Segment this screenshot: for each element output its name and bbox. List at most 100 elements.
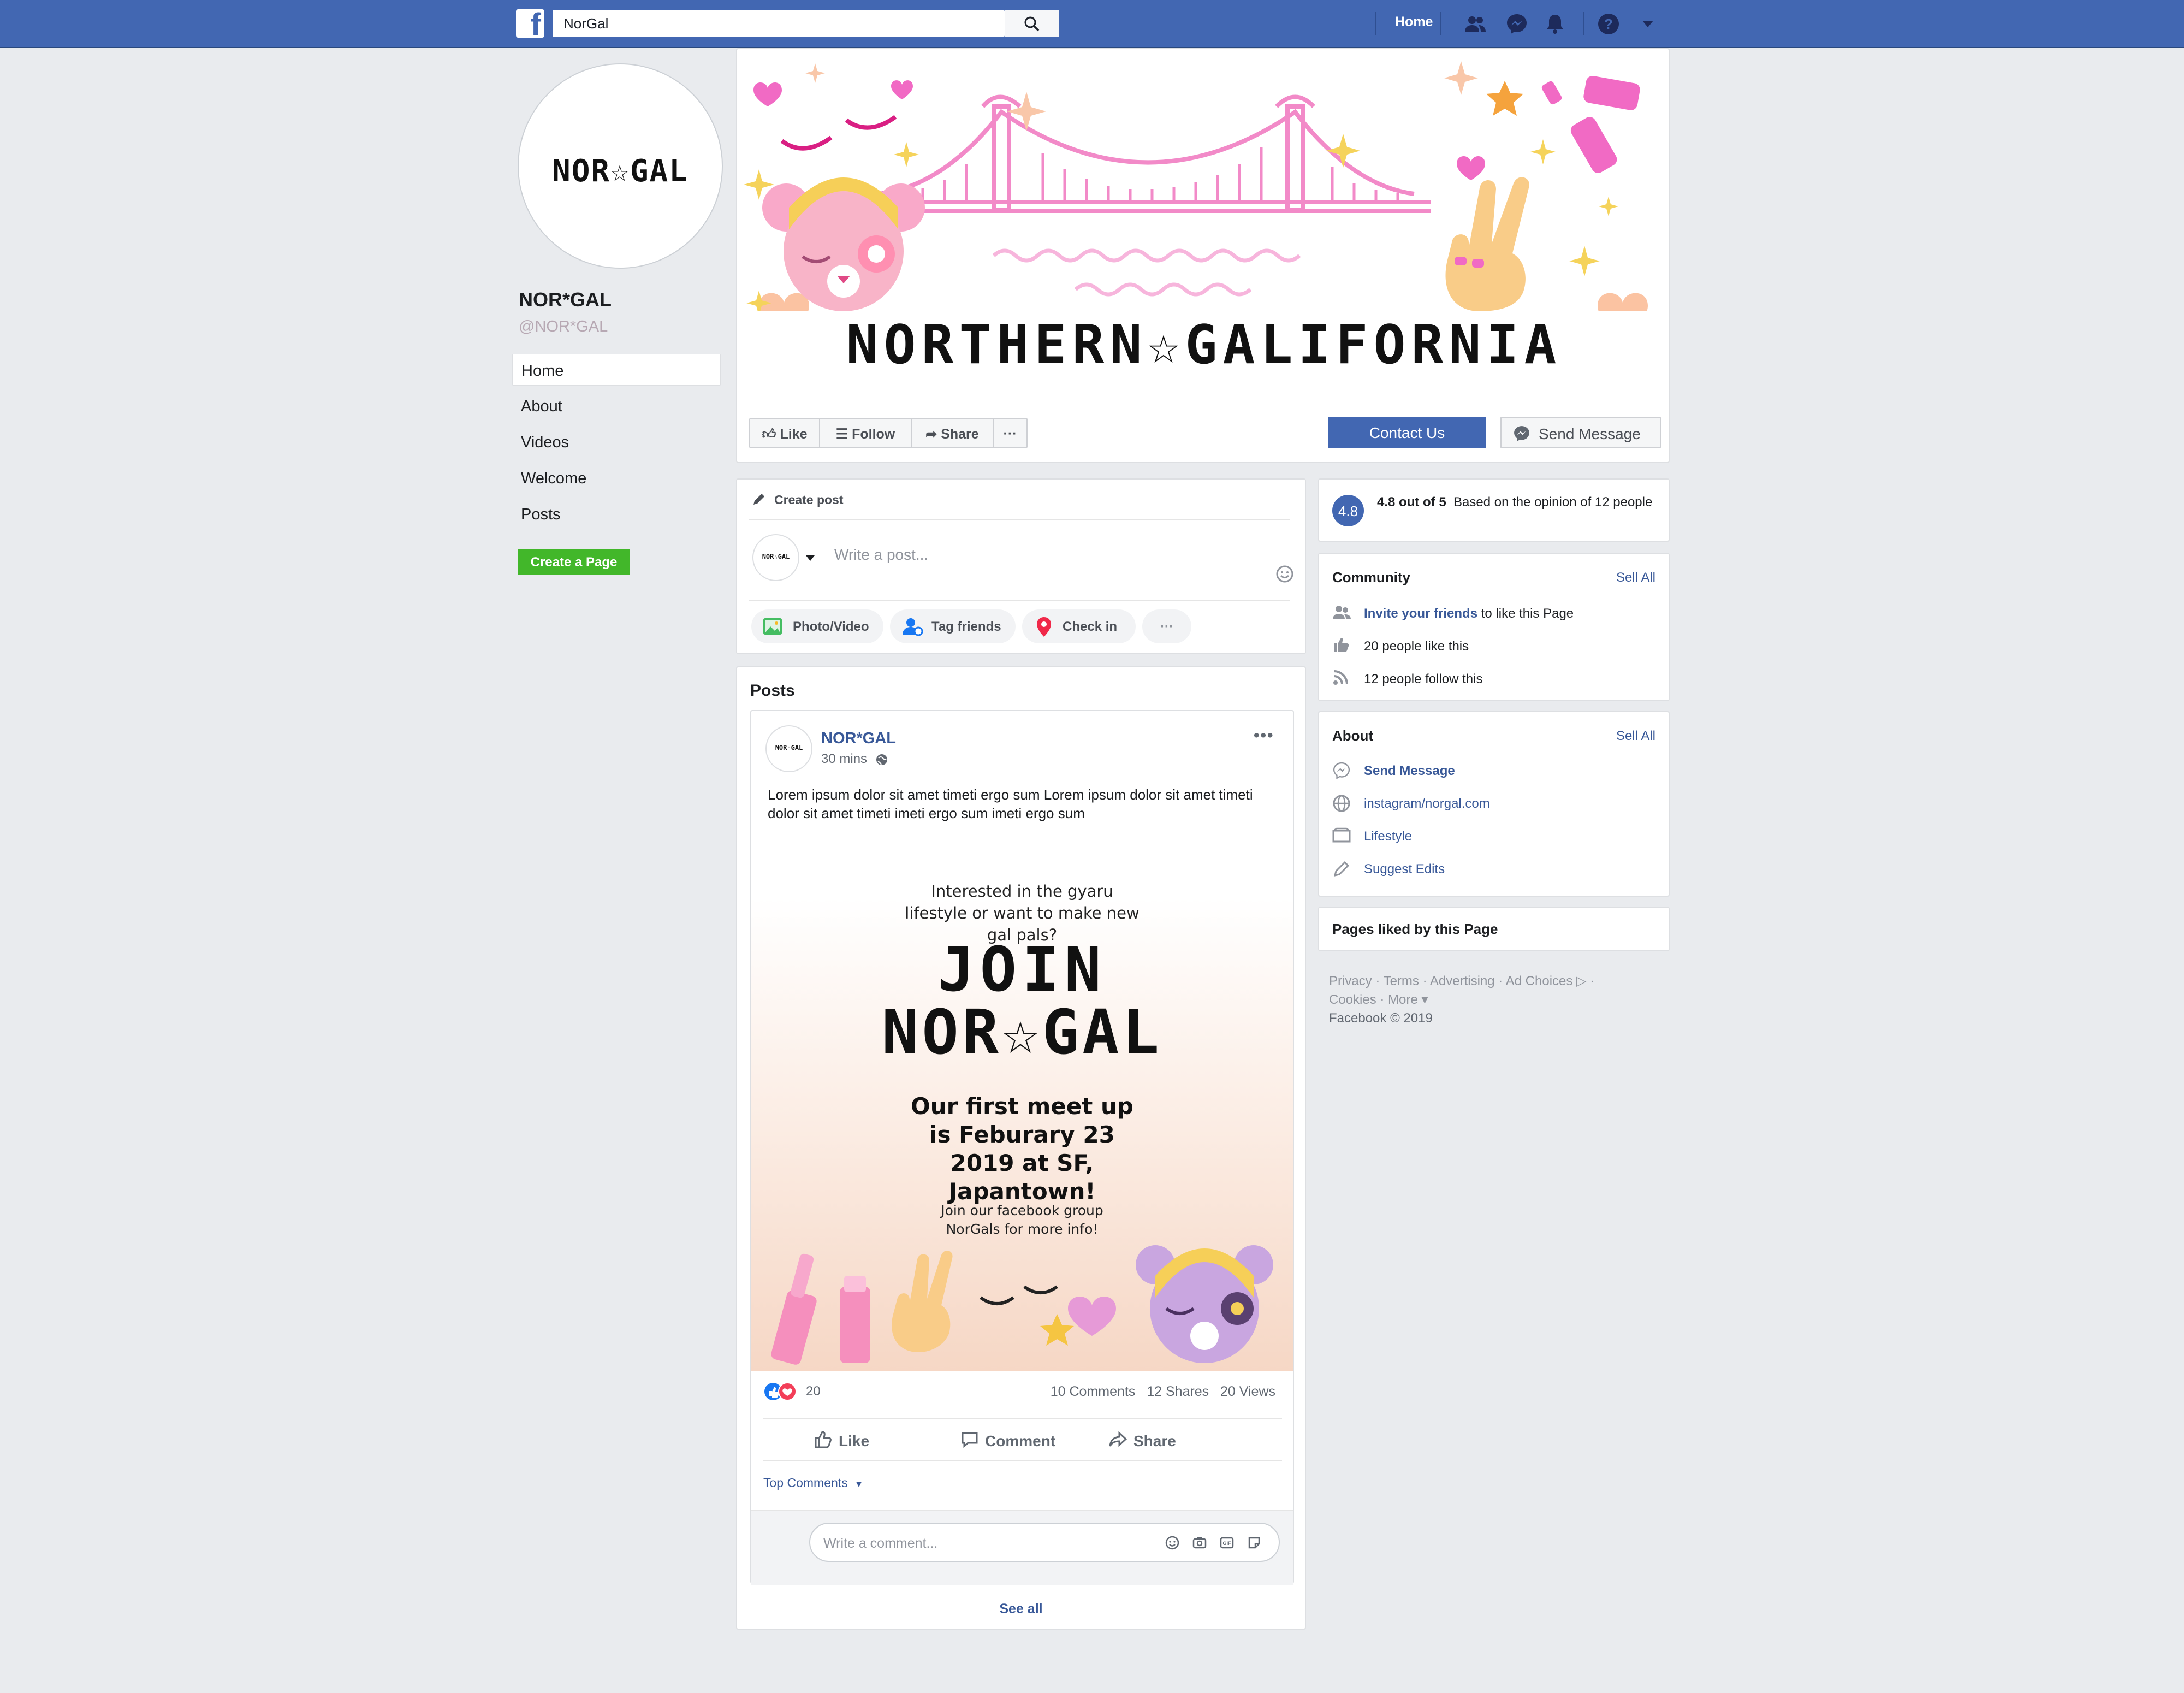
footer-links-secondary[interactable]: Cookies · More ▾ xyxy=(1329,991,1635,1009)
reaction-count[interactable]: 20 xyxy=(806,1384,821,1399)
community-card: Community Sell All Invite your friends t… xyxy=(1318,553,1670,701)
profile-picture[interactable]: NOR☆GAL xyxy=(519,64,722,268)
emoji-icon[interactable] xyxy=(1165,1536,1179,1550)
notifications-icon[interactable] xyxy=(1543,12,1567,36)
nav-item-welcome[interactable]: Welcome xyxy=(512,462,721,494)
emoji-icon[interactable] xyxy=(1275,565,1294,583)
follow-page-button[interactable]: ☰ Follow xyxy=(820,419,911,447)
post-timestamp[interactable]: 30 mins xyxy=(821,751,888,767)
contact-us-button[interactable]: Contact Us xyxy=(1328,417,1486,448)
location-pin-icon xyxy=(1037,617,1051,637)
avatar: NOR☆GAL xyxy=(752,534,799,581)
post-actions: Like Comment Share xyxy=(763,1418,1282,1461)
follows-count[interactable]: 12 people follow this xyxy=(1364,672,1482,687)
views-count: 20 Views xyxy=(1220,1384,1275,1399)
footer-links[interactable]: Privacy · Terms · Advertising · Ad Choic… xyxy=(1329,972,1635,991)
like-button[interactable]: Like xyxy=(814,1430,869,1450)
community-title: Community xyxy=(1332,569,1410,585)
likes-count[interactable]: 20 people like this xyxy=(1364,639,1469,654)
suggest-edits-link[interactable]: Suggest Edits xyxy=(1364,862,1445,877)
invite-friends-link[interactable]: Invite your friends xyxy=(1364,606,1477,621)
nav-item-about[interactable]: About xyxy=(512,390,721,422)
about-title: About xyxy=(1332,727,1374,744)
pages-liked-title[interactable]: Pages liked by this Page xyxy=(1332,921,1498,938)
community-see-all-link[interactable]: Sell All xyxy=(1616,570,1655,585)
photo-video-button[interactable]: Photo/Video xyxy=(751,609,883,643)
profile-logo-text: NOR☆GAL xyxy=(551,153,689,189)
chevron-down-icon[interactable] xyxy=(805,554,816,563)
post-image[interactable]: Interested in the gyaru lifestyle or wan… xyxy=(751,833,1293,1371)
search-box xyxy=(553,10,1006,37)
flyer-meetup: Our first meet up is Feburary 23 2019 at… xyxy=(911,1093,1133,1205)
send-message-button[interactable]: Send Message xyxy=(1500,417,1661,448)
post-options-button[interactable]: ••• xyxy=(1254,726,1274,745)
cover-illustration[interactable] xyxy=(737,49,1669,311)
create-post-header[interactable]: Create post xyxy=(774,493,844,507)
page-name[interactable]: NOR*GAL xyxy=(519,288,612,311)
category-tag-icon xyxy=(1332,827,1351,843)
messenger-icon[interactable] xyxy=(1505,12,1529,36)
like-page-button[interactable]: 👍︎ Like xyxy=(750,419,819,447)
posts-heading: Posts xyxy=(750,682,795,700)
more-options-button[interactable]: ··· xyxy=(994,419,1026,447)
search-icon xyxy=(1024,16,1040,32)
flyer-decorations xyxy=(771,1245,1273,1365)
share-page-button[interactable]: ➦ Share xyxy=(912,419,993,447)
divider xyxy=(749,600,1290,601)
reactions-row: 20 10 Comments 12 Shares 20 Views xyxy=(751,1371,1293,1412)
about-send-message-link[interactable]: Send Message xyxy=(1364,763,1455,779)
category-link[interactable]: Lifestyle xyxy=(1364,829,1412,844)
avatar[interactable]: NOR☆GAL xyxy=(765,725,812,772)
comment-area: Write a comment... GIF xyxy=(751,1510,1293,1585)
see-all-link[interactable]: See all xyxy=(737,1601,1305,1617)
search-button[interactable] xyxy=(1005,10,1059,37)
comment-button[interactable]: Comment xyxy=(960,1430,1055,1450)
page-handle[interactable]: @NOR*GAL xyxy=(519,318,608,336)
write-post-input[interactable]: Write a post... xyxy=(834,546,928,564)
posts-feed-card: Posts NOR☆GAL NOR*GAL 30 mins ••• Lorem … xyxy=(736,666,1306,1630)
thumbs-up-icon xyxy=(815,1431,832,1448)
copyright: Facebook © 2019 xyxy=(1329,1011,1433,1026)
comment-icon xyxy=(962,1432,978,1448)
cover-title: NORTHERN☆GALIFORNIA xyxy=(846,314,1562,376)
post-text: Lorem ipsum dolor sit amet timeti ergo s… xyxy=(768,786,1253,821)
facebook-logo[interactable]: f xyxy=(516,9,544,41)
comment-box[interactable]: Write a comment... GIF xyxy=(809,1523,1280,1562)
check-in-button[interactable]: Check in xyxy=(1022,609,1136,643)
svg-text:?: ? xyxy=(1604,16,1613,32)
reactions-icon[interactable] xyxy=(763,1382,803,1401)
tag-friends-button[interactable]: Tag friends xyxy=(890,609,1016,643)
about-see-all-link[interactable]: Sell All xyxy=(1616,729,1655,744)
globe-icon xyxy=(1333,795,1350,812)
search-input[interactable] xyxy=(553,10,1006,37)
post-author[interactable]: NOR*GAL xyxy=(821,730,896,748)
comments-count[interactable]: 10 Comments xyxy=(1051,1384,1136,1399)
post-stats: 10 Comments 12 Shares 20 Views xyxy=(1051,1384,1275,1400)
topbar-home-link[interactable]: Home xyxy=(1395,14,1433,30)
share-button[interactable]: Share xyxy=(1108,1430,1176,1450)
rating-summary: 4.8 out of 5 Based on the opinion of 12 … xyxy=(1377,495,1653,510)
website-link[interactable]: instagram/norgal.com xyxy=(1364,796,1490,812)
footer: Privacy · Terms · Advertising · Ad Choic… xyxy=(1329,972,1635,1028)
dropdown-icon[interactable] xyxy=(1636,12,1660,36)
messenger-icon xyxy=(1333,762,1350,779)
create-page-button[interactable]: Create a Page xyxy=(518,549,630,575)
page-action-buttons: 👍︎ Like ☰ Follow ➦ Share ··· xyxy=(749,418,1028,448)
more-post-options-button[interactable]: ··· xyxy=(1142,609,1191,643)
friends-icon[interactable] xyxy=(1463,12,1487,36)
nav-item-home[interactable]: Home xyxy=(512,354,721,386)
rating-badge[interactable]: 4.8 xyxy=(1332,495,1364,526)
sticker-icon[interactable] xyxy=(1247,1536,1261,1550)
friends-icon xyxy=(1333,606,1351,619)
nav-item-posts[interactable]: Posts xyxy=(512,498,721,530)
share-icon xyxy=(1109,1431,1127,1447)
gif-icon[interactable]: GIF xyxy=(1220,1536,1234,1550)
top-comments-filter[interactable]: Top Comments ▼ xyxy=(763,1476,863,1490)
camera-icon[interactable] xyxy=(1192,1536,1207,1550)
shares-count[interactable]: 12 Shares xyxy=(1147,1384,1209,1399)
comment-input[interactable]: Write a comment... xyxy=(823,1536,937,1552)
help-icon[interactable]: ? xyxy=(1597,12,1621,36)
nav-item-videos[interactable]: Videos xyxy=(512,426,721,458)
flyer-brand: NOR☆GAL xyxy=(881,997,1162,1068)
svg-text:GIF: GIF xyxy=(1223,1541,1232,1546)
